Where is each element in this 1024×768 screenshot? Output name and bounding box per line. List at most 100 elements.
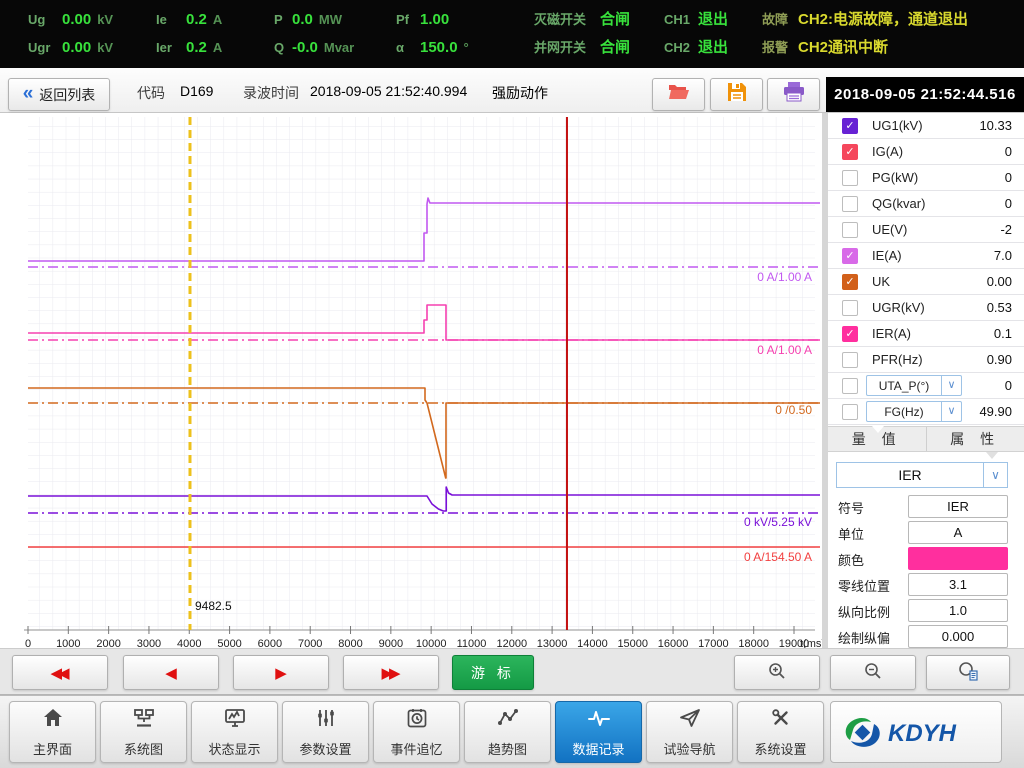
system-settings-icon: [769, 706, 793, 735]
nav-button-主界面[interactable]: 主界面: [9, 701, 96, 763]
channel-checkbox[interactable]: [842, 170, 858, 186]
property-input[interactable]: IER: [908, 495, 1008, 518]
property-input[interactable]: A: [908, 521, 1008, 544]
back-to-list-button[interactable]: « 返回列表: [8, 78, 110, 111]
property-input[interactable]: 0.000: [908, 625, 1008, 648]
channel-checkbox[interactable]: [842, 222, 858, 238]
step-forward-button[interactable]: ▶: [233, 655, 329, 690]
nav-button-参数设置[interactable]: 参数设置: [282, 701, 369, 763]
zoom-reset-button[interactable]: [926, 655, 1010, 690]
nav-button-事件追忆[interactable]: 事件追忆: [373, 701, 460, 763]
metric-value: 退出: [698, 8, 728, 32]
property-row: 绘制纵偏0.000: [828, 624, 1024, 650]
brand-logo-button[interactable]: KDYH: [830, 701, 1002, 763]
metric-label: Ugr: [28, 36, 62, 60]
double-chevron-left-icon: «: [23, 84, 34, 103]
channel-checkbox[interactable]: [842, 352, 858, 368]
zoom-out-button[interactable]: [830, 655, 916, 690]
metric-label: Ier: [156, 36, 186, 60]
waveform-svg[interactable]: 0100020003000400050006000700080009000100…: [0, 113, 822, 648]
channel-row[interactable]: FG(Hz)∨49.90: [828, 399, 1024, 425]
channel-label: IER(A): [872, 326, 911, 341]
channel-label: IE(A): [872, 248, 902, 263]
status-column: P0.0MWQ-0.0Mvar: [274, 8, 396, 60]
fast-forward-button[interactable]: ▶▶: [343, 655, 439, 690]
code-label: 代码: [137, 83, 165, 103]
channel-checkbox[interactable]: ✓: [842, 326, 858, 342]
nav-button-系统设置[interactable]: 系统设置: [737, 701, 824, 763]
status-metric: Q-0.0Mvar: [274, 36, 396, 60]
waveform-chart-panel[interactable]: 0100020003000400050006000700080009000100…: [0, 113, 822, 648]
zoom-document-icon: [957, 661, 979, 685]
metric-unit: A: [213, 8, 222, 32]
channel-row[interactable]: ✓IE(A)7.0: [828, 243, 1024, 269]
channel-row[interactable]: UTA_P(°)∨0: [828, 373, 1024, 399]
status-column: CH1退出CH2退出: [664, 8, 762, 60]
nav-button-数据记录[interactable]: 数据记录: [555, 701, 642, 763]
cursor-toggle-button[interactable]: 游 标: [452, 655, 534, 690]
nav-button-状态显示[interactable]: 状态显示: [191, 701, 278, 763]
metric-label: CH1: [664, 8, 698, 32]
channel-checkbox[interactable]: [842, 378, 858, 394]
metric-unit: A: [213, 36, 222, 60]
rewind-icon: ◀◀: [54, 664, 65, 682]
channel-checkbox[interactable]: ✓: [842, 118, 858, 134]
property-input[interactable]: 3.1: [908, 573, 1008, 596]
color-swatch[interactable]: [908, 547, 1008, 570]
nav-button-趋势图[interactable]: 趋势图: [464, 701, 551, 763]
property-row: 符号IER: [828, 494, 1024, 520]
metric-label: 并网开关: [534, 36, 600, 60]
property-input[interactable]: 1.0: [908, 599, 1008, 622]
status-column: Pf1.00α150.0°: [396, 8, 534, 60]
channel-row[interactable]: ✓IER(A)0.1: [828, 321, 1024, 347]
nav-button-试验导航[interactable]: 试验导航: [646, 701, 733, 763]
step-back-button[interactable]: ◀: [123, 655, 219, 690]
signal-select-dropdown[interactable]: IER ∨: [836, 462, 1008, 488]
metric-label: P: [274, 8, 292, 32]
channel-row[interactable]: ✓IG(A)0: [828, 139, 1024, 165]
channel-label: QG(kvar): [872, 196, 925, 211]
channel-row[interactable]: UGR(kV)0.53: [828, 295, 1024, 321]
status-display-icon: [223, 706, 247, 735]
event-recall-icon: [405, 706, 429, 735]
property-row: 零线位置3.1: [828, 572, 1024, 598]
open-file-button[interactable]: [652, 78, 705, 111]
channel-label: UGR(kV): [872, 300, 925, 315]
channel-checkbox[interactable]: [842, 300, 858, 316]
zoom-in-button[interactable]: [734, 655, 820, 690]
nav-label: 数据记录: [572, 739, 624, 758]
channel-row[interactable]: ✓UG1(kV)10.33: [828, 113, 1024, 139]
channel-row[interactable]: PFR(Hz)0.90: [828, 347, 1024, 373]
channel-value: 0: [1005, 196, 1012, 211]
metric-label: Q: [274, 36, 292, 60]
tab-properties[interactable]: 属 性: [926, 427, 1024, 451]
print-button[interactable]: [767, 78, 820, 111]
logo-text: KDYH: [888, 720, 957, 747]
channel-checkbox[interactable]: ✓: [842, 248, 858, 264]
channel-label: UK: [872, 274, 890, 289]
channel-row[interactable]: ✓UK0.00: [828, 269, 1024, 295]
save-button[interactable]: [710, 78, 763, 111]
signal-select-value: IER: [837, 467, 983, 483]
zoom-out-icon: [863, 661, 883, 685]
channel-row[interactable]: PG(kW)0: [828, 165, 1024, 191]
channel-checkbox[interactable]: [842, 404, 858, 420]
nav-label: 事件追忆: [390, 739, 442, 758]
channel-checkbox[interactable]: [842, 196, 858, 212]
channel-row[interactable]: QG(kvar) 0: [828, 191, 1024, 217]
channel-value: 10.33: [979, 118, 1012, 133]
channel-checkbox[interactable]: ✓: [842, 274, 858, 290]
recorder-app: Ug0.00kVUgr0.00kVIe0.2AIer0.2AP0.0MWQ-0.…: [0, 0, 1024, 768]
channel-row[interactable]: UE(V)-2: [828, 217, 1024, 243]
metric-label: 故障: [762, 8, 798, 32]
rewind-button[interactable]: ◀◀: [12, 655, 108, 690]
channel-checkbox[interactable]: ✓: [842, 144, 858, 160]
app-navigation-bar: 主界面系统图 状态显示参数设置事件追忆 趋势图数据记录 试验导航系统设置 KDYH: [0, 695, 1024, 768]
channel-dropdown[interactable]: UTA_P(°)∨: [866, 375, 962, 396]
metric-unit: MW: [319, 8, 342, 32]
step-back-icon: ◀: [165, 664, 177, 682]
nav-label: 系统图: [124, 739, 163, 758]
nav-button-系统图[interactable]: 系统图: [100, 701, 187, 763]
status-metric: 报警CH2通讯中断: [762, 36, 1012, 60]
channel-dropdown[interactable]: FG(Hz)∨: [866, 401, 962, 422]
